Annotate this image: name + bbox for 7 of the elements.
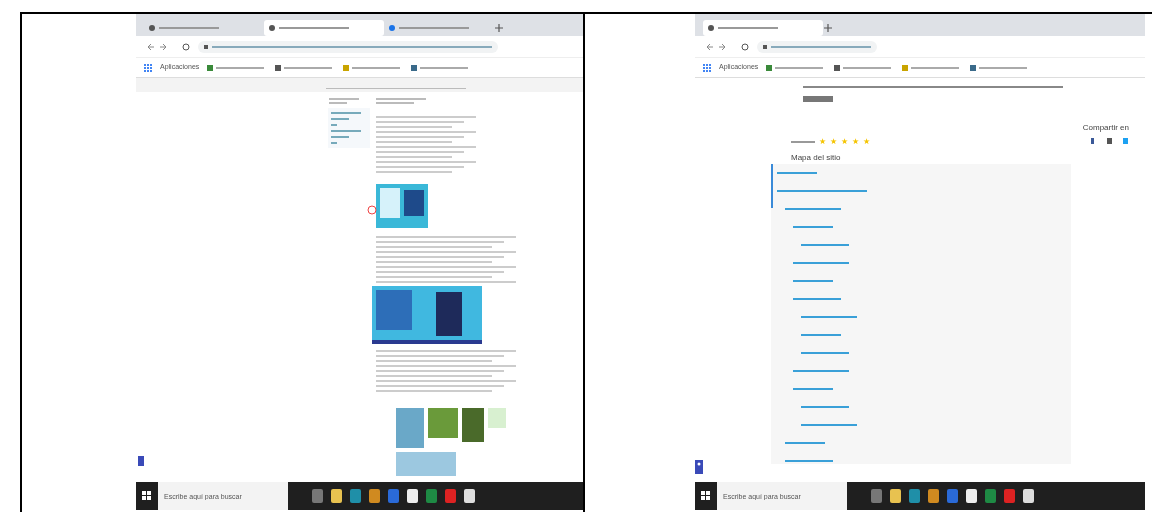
sitemap-title: Mapa del sitio	[791, 151, 842, 164]
star-icon: ★	[819, 135, 826, 148]
star-icon: ★	[852, 135, 859, 148]
star-icon: ★	[841, 135, 848, 148]
share-label: Compartir en	[1082, 122, 1129, 134]
star-icon: ★	[863, 135, 870, 148]
star-icon: ★	[830, 135, 837, 148]
